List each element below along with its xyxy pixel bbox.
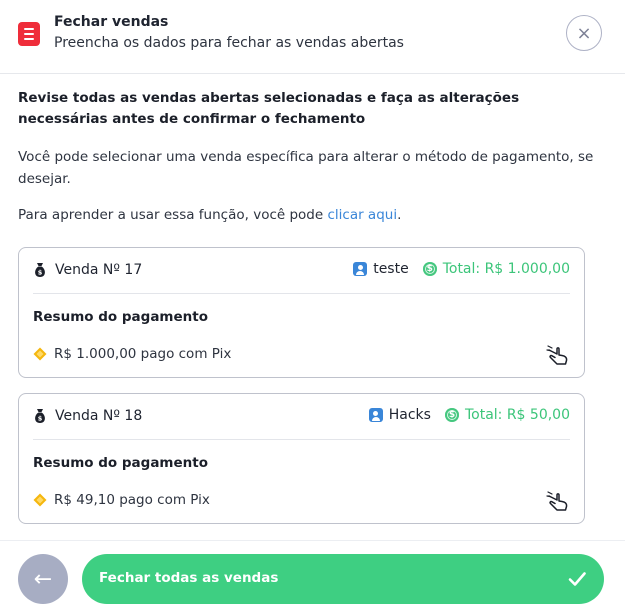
learn-prefix: Para aprender a usar essa função, você p… — [18, 207, 328, 223]
arrow-left-icon: ← — [33, 566, 53, 592]
close-all-sales-button[interactable]: Fechar todas as vendas — [82, 554, 604, 604]
money-bag-icon: $ — [35, 263, 45, 277]
payment-text: R$ 49,10 pago com Pix — [54, 492, 210, 508]
pix-icon — [33, 347, 47, 361]
modal-footer: ← Fechar todas as vendas — [0, 540, 625, 614]
svg-text:$: $ — [38, 269, 43, 277]
sale-meta: teste $ Total: R$ 1.000,00 — [353, 261, 570, 277]
payment-row: R$ 49,10 pago com Pix — [33, 492, 210, 508]
user-icon — [353, 262, 368, 276]
learn-link[interactable]: clicar aqui — [327, 207, 397, 223]
payment-summary-title: Resumo do pagamento — [33, 455, 208, 471]
modal-title: Fechar vendas — [54, 14, 169, 30]
client-name: teste — [373, 261, 409, 277]
close-all-sales-label: Fechar todas as vendas — [99, 570, 279, 586]
sale-number: Venda Nº 18 — [55, 408, 143, 424]
card-divider — [33, 293, 570, 294]
svg-text:$: $ — [38, 415, 43, 423]
close-button[interactable]: × — [566, 15, 602, 51]
money-bag-icon: $ — [35, 409, 45, 423]
close-icon: × — [576, 22, 592, 44]
pix-icon — [33, 493, 47, 507]
learn-suffix: . — [397, 207, 402, 223]
card-divider — [33, 439, 570, 440]
learn-text: Para aprender a usar essa função, você p… — [18, 204, 598, 226]
coin-icon: $ — [422, 262, 437, 276]
intro-instructions: Revise todas as vendas abertas seleciona… — [18, 90, 520, 127]
modal-subtitle: Preencha os dados para fechar as vendas … — [54, 35, 404, 51]
sale-number: Venda Nº 17 — [55, 262, 143, 278]
sale-card[interactable]: $ Venda Nº 17 teste $ Total: R$ 1.000,00… — [18, 247, 585, 378]
hand-pointer-icon[interactable] — [546, 344, 570, 366]
user-icon — [368, 408, 383, 422]
payment-row: R$ 1.000,00 pago com Pix — [33, 346, 231, 362]
back-button[interactable]: ← — [18, 554, 68, 604]
intro-paragraph: Você pode selecionar uma venda específic… — [18, 149, 594, 187]
sale-total: Total: R$ 50,00 — [464, 407, 570, 423]
modal-header: Fechar vendas Preencha os dados para fec… — [0, 0, 625, 74]
payment-text: R$ 1.000,00 pago com Pix — [54, 346, 232, 362]
hand-pointer-icon[interactable] — [546, 490, 570, 512]
sale-card[interactable]: $ Venda Nº 18 Hacks $ Total: R$ 50,00 Re… — [18, 393, 585, 524]
sale-total: Total: R$ 1.000,00 — [442, 261, 570, 277]
sale-meta: Hacks $ Total: R$ 50,00 — [368, 407, 570, 423]
check-icon — [568, 572, 586, 586]
coin-icon: $ — [444, 408, 459, 422]
receipt-icon — [18, 22, 40, 46]
client-name: Hacks — [388, 407, 431, 423]
payment-summary-title: Resumo do pagamento — [33, 309, 208, 325]
